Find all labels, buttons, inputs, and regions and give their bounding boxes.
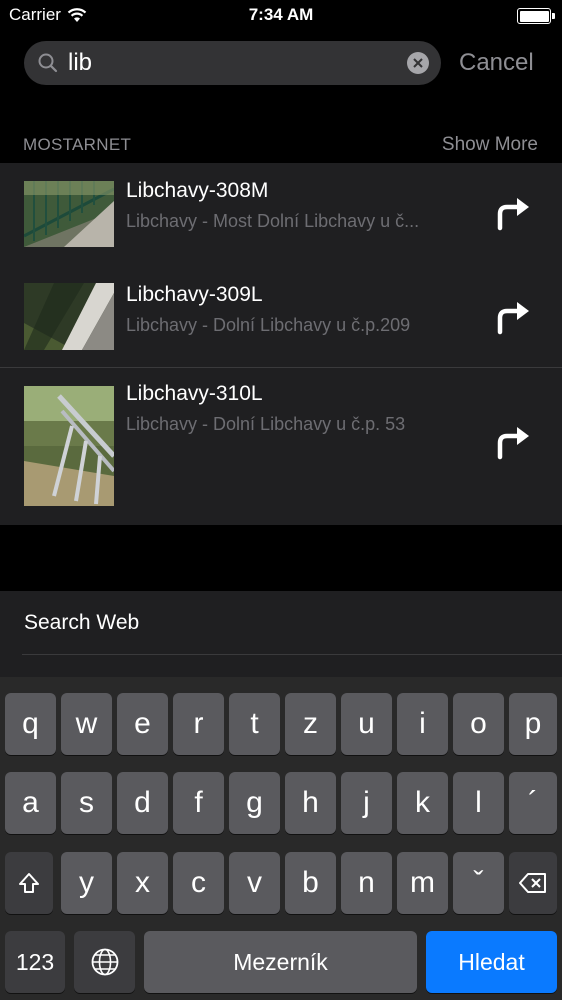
divider bbox=[22, 654, 562, 655]
result-title: Libchavy-309L bbox=[126, 283, 263, 306]
shift-icon bbox=[19, 873, 39, 893]
result-row[interactable]: Libchavy-309L Libchavy - Dolní Libchavy … bbox=[0, 267, 562, 367]
backspace-key[interactable] bbox=[509, 852, 557, 914]
key-y[interactable]: y bbox=[61, 852, 112, 914]
key-p[interactable]: p bbox=[509, 693, 557, 755]
space-key[interactable]: Mezerník bbox=[144, 931, 417, 993]
result-row[interactable]: Libchavy-310L Libchavy - Dolní Libchavy … bbox=[0, 368, 562, 525]
result-thumbnail bbox=[24, 283, 114, 350]
key-e[interactable]: e bbox=[117, 693, 168, 755]
key-x[interactable]: x bbox=[117, 852, 168, 914]
key-f[interactable]: f bbox=[173, 772, 224, 834]
key-b[interactable]: b bbox=[285, 852, 336, 914]
numbers-key[interactable]: 123 bbox=[5, 931, 65, 993]
search-icon bbox=[38, 53, 58, 73]
key-m[interactable]: m bbox=[397, 852, 448, 914]
search-input[interactable] bbox=[68, 47, 408, 79]
key-a[interactable]: a bbox=[5, 772, 56, 834]
result-title: Libchavy-310L bbox=[126, 382, 263, 405]
key-z[interactable]: z bbox=[285, 693, 336, 755]
battery-icon bbox=[517, 8, 555, 24]
result-thumbnail bbox=[24, 386, 114, 506]
keyboard: q w e r t z u i o p a s d f g h j k l ´ … bbox=[0, 677, 562, 1000]
show-more-button[interactable]: Show More bbox=[442, 134, 538, 156]
result-subtitle: Libchavy - Dolní Libchavy u č.p.209 bbox=[126, 315, 411, 335]
section-header: MOSTARNET Show More bbox=[0, 130, 562, 160]
directions-icon[interactable] bbox=[495, 424, 531, 460]
search-bar[interactable] bbox=[24, 41, 441, 85]
key-j[interactable]: j bbox=[341, 772, 392, 834]
result-subtitle: Libchavy - Dolní Libchavy u č.p. 53 bbox=[126, 414, 406, 434]
key-n[interactable]: n bbox=[341, 852, 392, 914]
globe-key[interactable] bbox=[74, 931, 135, 993]
key-r[interactable]: r bbox=[173, 693, 224, 755]
shift-key[interactable] bbox=[5, 852, 53, 914]
search-go-key[interactable]: Hledat bbox=[426, 931, 557, 993]
status-bar: Carrier 7:34 AM bbox=[0, 0, 562, 32]
key-k[interactable]: k bbox=[397, 772, 448, 834]
key-u[interactable]: u bbox=[341, 693, 392, 755]
result-row[interactable]: Libchavy-308M Libchavy - Most Dolní Libc… bbox=[0, 163, 562, 267]
cancel-button[interactable]: Cancel bbox=[459, 49, 534, 77]
result-thumbnail bbox=[24, 181, 114, 247]
key-t[interactable]: t bbox=[229, 693, 280, 755]
globe-icon bbox=[91, 948, 118, 976]
section-title: MOSTARNET bbox=[23, 135, 132, 154]
clear-search-icon[interactable] bbox=[407, 52, 429, 74]
key-c[interactable]: c bbox=[173, 852, 224, 914]
key-v[interactable]: v bbox=[229, 852, 280, 914]
key-h[interactable]: h bbox=[285, 772, 336, 834]
results-list: Libchavy-308M Libchavy - Most Dolní Libc… bbox=[0, 163, 562, 525]
directions-icon[interactable] bbox=[495, 299, 531, 335]
key-g[interactable]: g bbox=[229, 772, 280, 834]
key-d[interactable]: d bbox=[117, 772, 168, 834]
key-acute[interactable]: ´ bbox=[509, 772, 557, 834]
result-title: Libchavy-308M bbox=[126, 179, 269, 202]
directions-icon[interactable] bbox=[495, 195, 531, 231]
clock: 7:34 AM bbox=[248, 5, 314, 24]
backspace-icon bbox=[519, 873, 546, 893]
result-subtitle: Libchavy - Most Dolní Libchavy u č... bbox=[126, 211, 420, 231]
search-web-panel: Search Web bbox=[0, 591, 562, 677]
key-q[interactable]: q bbox=[5, 693, 56, 755]
key-i[interactable]: i bbox=[397, 693, 448, 755]
key-l[interactable]: l bbox=[453, 772, 504, 834]
key-s[interactable]: s bbox=[61, 772, 112, 834]
key-o[interactable]: o bbox=[453, 693, 504, 755]
key-caron[interactable]: ˇ bbox=[453, 852, 504, 914]
key-w[interactable]: w bbox=[61, 693, 112, 755]
search-web-button[interactable]: Search Web bbox=[24, 611, 139, 635]
